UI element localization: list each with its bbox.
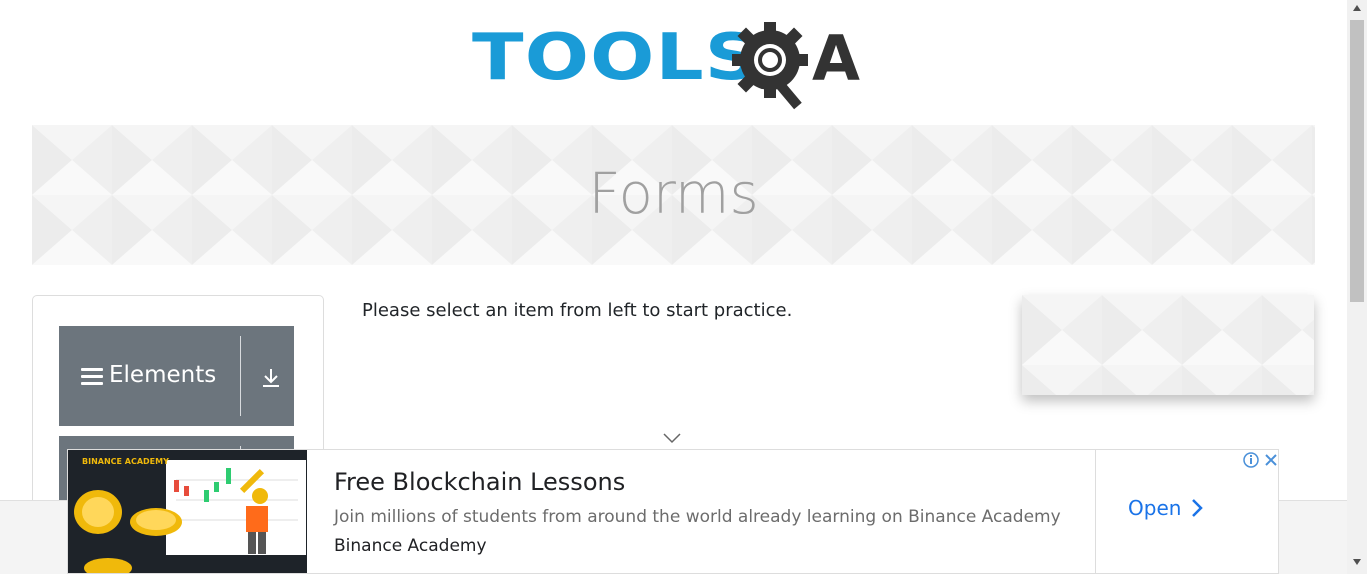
download-arrow-icon[interactable] [259, 366, 283, 390]
triangle-pattern [1022, 295, 1314, 395]
ad-advertiser[interactable]: Binance Academy [334, 536, 487, 556]
ad-title[interactable]: Free Blockchain Lessons [334, 468, 625, 496]
ad-info-icon[interactable] [1242, 451, 1260, 469]
gear-magnifier-icon [732, 22, 808, 110]
page: TOOLS A Forms Elements Please select an … [0, 0, 1347, 574]
vertical-scrollbar[interactable] [1347, 0, 1367, 574]
hamburger-icon [81, 368, 103, 386]
scroll-up-arrow-icon[interactable] [1352, 4, 1362, 12]
divider [1095, 450, 1096, 573]
logo-wordmark: TOOLS [472, 21, 761, 95]
ad-image[interactable]: BINANCE ACADEMY [68, 450, 307, 573]
instruction-text: Please select an item from left to start… [362, 300, 793, 321]
chevron-down-icon[interactable] [662, 432, 682, 444]
ad-illustration [74, 460, 306, 573]
chevron-right-icon [1192, 499, 1204, 517]
close-icon[interactable] [1262, 451, 1279, 469]
ad-banner[interactable]: BINANCE ACADEMY Free Blockchain Lessons … [67, 449, 1279, 574]
toolsqa-logo[interactable]: TOOLS A [472, 18, 882, 114]
ad-open-button[interactable]: Open [1128, 496, 1204, 520]
logo-letter-a: A [812, 22, 860, 95]
group-label: Elements [109, 362, 217, 388]
ad-brand-label: BINANCE ACADEMY [82, 457, 169, 466]
right-ad-placeholder [1022, 295, 1314, 395]
scroll-down-arrow-icon[interactable] [1352, 558, 1362, 566]
ad-open-label: Open [1128, 496, 1182, 520]
page-banner: Forms [32, 125, 1315, 265]
page-title: Forms [588, 162, 759, 227]
scrollbar-thumb[interactable] [1350, 20, 1364, 302]
ad-description: Join millions of students from around th… [334, 507, 1061, 527]
divider [240, 336, 241, 416]
group-header-elements[interactable]: Elements [59, 326, 294, 426]
